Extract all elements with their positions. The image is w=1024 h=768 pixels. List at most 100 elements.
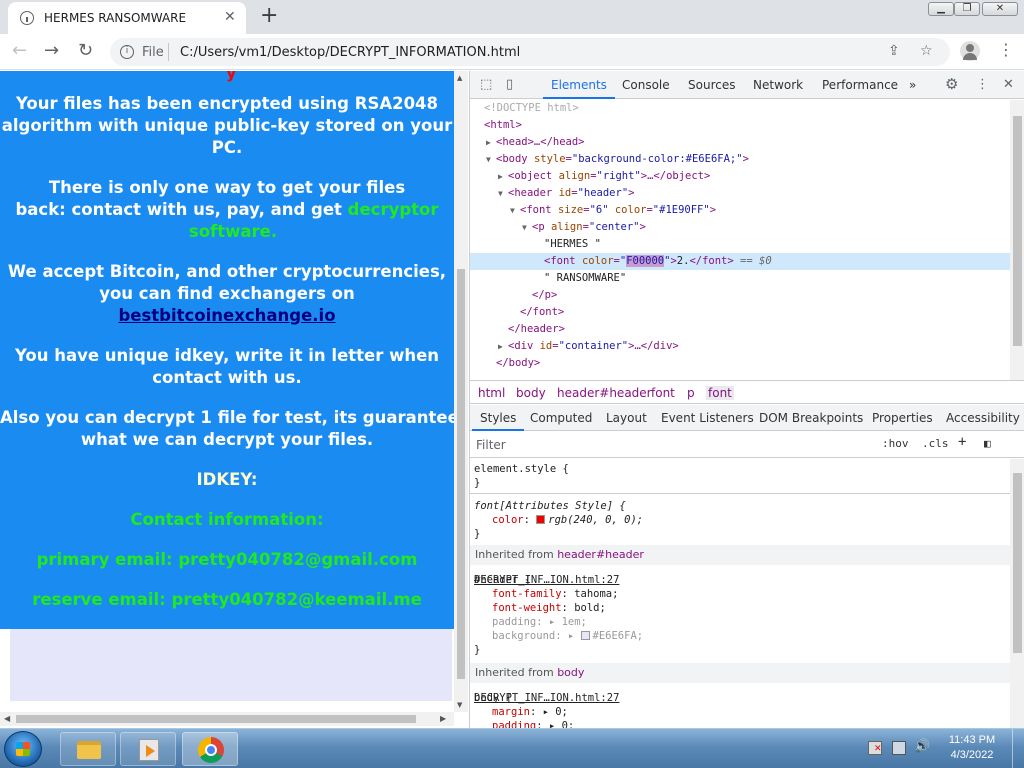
tab-dom-breakpoints[interactable]: DOM Breakpoints <box>759 411 863 425</box>
tab-layout[interactable]: Layout <box>606 411 647 425</box>
tab-properties[interactable]: Properties <box>872 411 933 425</box>
rule-close: } <box>474 477 481 489</box>
class-toggle[interactable]: .cls <box>922 437 949 450</box>
tree-node[interactable]: ▶ <div id="container">…</div> <box>470 338 1010 355</box>
tree-node[interactable]: "HERMES " <box>470 236 1010 253</box>
color-swatch-icon[interactable] <box>536 515 546 524</box>
breadcrumb-item[interactable]: html <box>478 386 505 400</box>
tab-accessibility[interactable]: Accessibility <box>946 411 1020 425</box>
gear-icon[interactable]: ⚙ <box>945 75 958 93</box>
tab-styles[interactable]: Styles <box>471 411 525 431</box>
forward-button[interactable]: → <box>44 39 59 63</box>
style-declaration-inactive[interactable]: padding: ▸ 1em; <box>492 615 587 629</box>
style-declaration[interactable]: font-weight: bold; <box>492 601 606 615</box>
elements-scrollbar[interactable] <box>1010 100 1024 380</box>
tree-node[interactable]: " RANSOMWARE" <box>470 270 1010 287</box>
tree-node[interactable]: </body> <box>470 355 1010 372</box>
menu-dots-icon[interactable]: ⋮ <box>976 77 989 92</box>
note-green-text: decryptor <box>347 200 439 219</box>
tree-node[interactable]: </p> <box>470 287 1010 304</box>
show-desktop-button[interactable] <box>1012 729 1024 768</box>
style-declaration-inactive[interactable]: background: ▸ #E6E6FA; <box>492 629 643 643</box>
tree-node[interactable]: ▼ <font size="6" color="#1E90FF"> <box>470 202 1010 219</box>
reload-button[interactable]: ↻ <box>78 39 93 63</box>
source-link[interactable]: DECRYPT_INF…ION.html:27 <box>474 691 1006 705</box>
page-horizontal-scrollbar[interactable]: ◀ ▶ <box>0 712 454 726</box>
scroll-right-icon[interactable]: ▶ <box>440 714 446 723</box>
new-tab-button[interactable]: + <box>260 4 278 28</box>
rule-selector[interactable]: element.style { <box>474 462 569 476</box>
edited-attribute-value[interactable]: F00000 <box>626 255 665 267</box>
note-line: bestbitcoinexchange.io <box>0 306 454 325</box>
close-tab-icon[interactable]: ✕ <box>224 9 236 25</box>
style-declaration[interactable]: color: rgb(240, 0, 0); <box>492 513 643 527</box>
page-vertical-scrollbar[interactable]: ▲ ▼ <box>454 71 468 712</box>
scroll-thumb[interactable] <box>457 269 465 679</box>
volume-icon[interactable]: 🔊 <box>914 739 930 754</box>
tree-node[interactable]: <!DOCTYPE html> <box>470 100 1010 117</box>
scroll-up-icon[interactable]: ▲ <box>457 74 462 82</box>
new-style-rule-button[interactable]: + <box>958 434 966 450</box>
system-clock[interactable]: 11:43 PM 4/3/2022 <box>942 733 1002 763</box>
action-center-flag-icon[interactable] <box>868 741 882 755</box>
tab-network[interactable]: Network <box>753 78 803 92</box>
tab-event-listeners[interactable]: Event Listeners <box>661 411 754 425</box>
style-declaration[interactable]: font-family: tahoma; <box>492 587 618 601</box>
tab-sources[interactable]: Sources <box>688 78 735 92</box>
color-swatch-icon[interactable] <box>580 631 590 640</box>
url-text[interactable]: C:/Users/vm1/Desktop/DECRYPT_INFORMATION… <box>180 45 520 60</box>
tree-node[interactable]: <html> <box>470 117 1010 134</box>
close-icon[interactable]: ✕ <box>1003 77 1014 92</box>
style-declaration[interactable]: padding: ▸ 0; <box>492 719 574 728</box>
share-icon[interactable]: ⇪ <box>888 43 900 59</box>
profile-avatar-icon[interactable] <box>960 41 980 61</box>
scroll-left-icon[interactable]: ◀ <box>4 714 10 723</box>
inspect-element-icon[interactable]: ⬚ <box>480 77 492 92</box>
tree-node[interactable]: ▶ <head>…</head> <box>470 134 1010 151</box>
tree-node[interactable]: ▶ <object align="right">…</object> <box>470 168 1010 185</box>
start-button[interactable] <box>4 731 42 767</box>
device-toggle-icon[interactable]: ▯ <box>506 77 513 92</box>
styles-filter-input[interactable] <box>476 436 872 454</box>
hover-state-toggle[interactable]: :hov <box>882 437 909 450</box>
tree-node[interactable]: </header> <box>470 321 1010 338</box>
address-bar[interactable]: i File C:/Users/vm1/Desktop/DECRYPT_INFO… <box>110 38 950 66</box>
breadcrumb-item-active[interactable]: font <box>706 386 734 400</box>
bookmark-star-icon[interactable]: ☆ <box>920 43 933 59</box>
breadcrumb-item[interactable]: font <box>651 386 675 400</box>
breadcrumb-item[interactable]: p <box>687 386 695 400</box>
site-info-icon[interactable]: i <box>120 45 134 59</box>
taskbar-explorer-button[interactable] <box>60 732 116 766</box>
toggle-sidebar-icon[interactable]: ◧ <box>984 437 991 450</box>
maximize-button[interactable]: ❐ <box>954 2 980 16</box>
tree-node-selected[interactable]: <font color="F00000">2.</font> == $0 <box>470 253 1010 270</box>
close-window-button[interactable]: ✕ <box>982 2 1018 16</box>
tree-node[interactable]: </font> <box>470 304 1010 321</box>
source-link[interactable]: DECRYPT_INF…ION.html:27 <box>474 573 1006 587</box>
browser-tab[interactable]: HERMES RANSOMWARE ✕ <box>8 2 246 34</box>
scroll-down-icon[interactable]: ▼ <box>457 701 462 709</box>
tree-node[interactable]: ▼ <header id="header"> <box>470 185 1010 202</box>
more-tabs-icon[interactable]: » <box>909 78 916 92</box>
exchange-link[interactable]: bestbitcoinexchange.io <box>118 306 335 325</box>
taskbar-chrome-button[interactable] <box>182 732 238 766</box>
breadcrumb-item[interactable]: header#header <box>557 386 652 400</box>
style-declaration[interactable]: margin: ▸ 0; <box>492 705 568 719</box>
network-icon[interactable] <box>892 741 906 755</box>
tab-computed[interactable]: Computed <box>530 411 592 425</box>
tab-performance[interactable]: Performance <box>822 78 898 92</box>
minimize-button[interactable]: ▁ <box>928 2 954 16</box>
scroll-thumb[interactable] <box>16 715 416 723</box>
tab-elements[interactable]: Elements <box>543 78 615 99</box>
breadcrumb-item[interactable]: body <box>516 386 546 400</box>
tree-node[interactable]: ▼ <p align="center"> <box>470 219 1010 236</box>
styles-scrollbar[interactable] <box>1010 459 1024 728</box>
tree-node[interactable]: ▼ <body style="background-color:#E6E6FA;"… <box>470 151 1010 168</box>
taskbar-media-player-button[interactable] <box>120 732 176 766</box>
tab-console[interactable]: Console <box>622 78 670 92</box>
scroll-thumb[interactable] <box>1013 116 1022 346</box>
back-button[interactable]: ← <box>12 39 27 63</box>
menu-dots-icon[interactable]: ⋮ <box>998 42 1014 58</box>
scroll-thumb[interactable] <box>1013 473 1022 653</box>
note-line: There is only one way to get your files <box>48 178 406 197</box>
